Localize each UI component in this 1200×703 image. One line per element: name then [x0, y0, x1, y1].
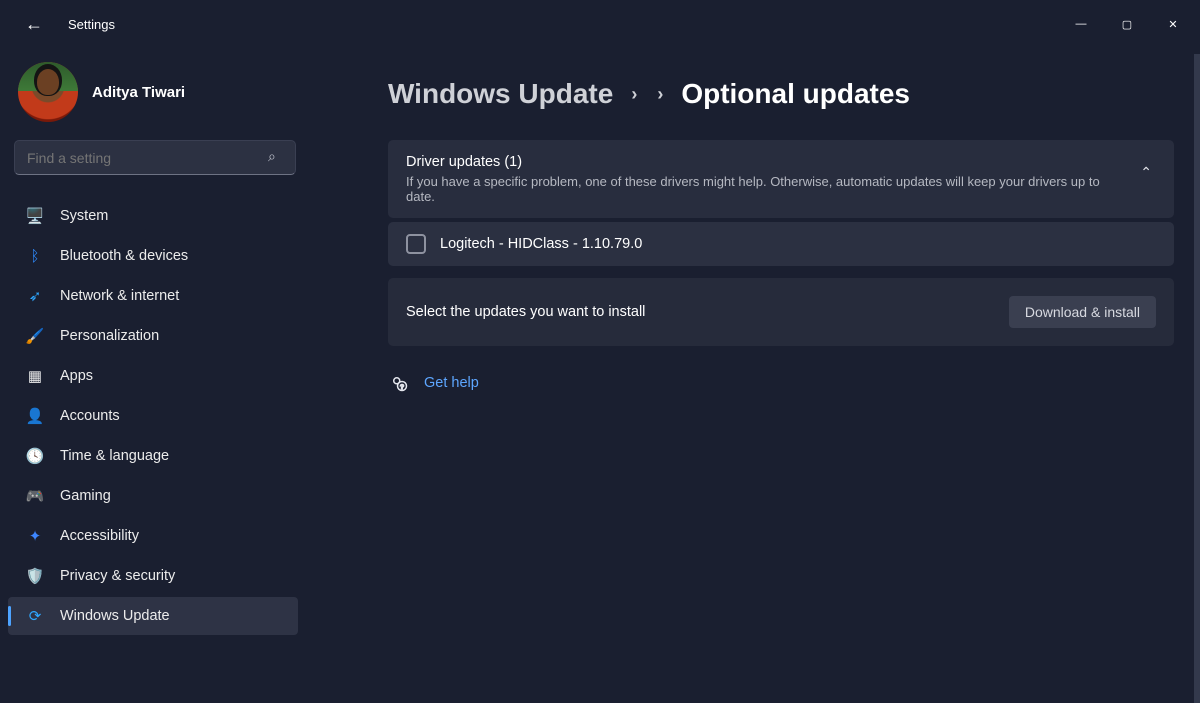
sidebar-item-label: Accounts	[60, 408, 120, 424]
driver-update-row[interactable]: Logitech - HIDClass - 1.10.79.0	[388, 222, 1174, 266]
sidebar-item-system[interactable]: 🖥️ System	[8, 197, 298, 235]
sidebar-item-network[interactable]: ➶ Network & internet	[8, 277, 298, 315]
download-install-button[interactable]: Download & install	[1009, 296, 1156, 328]
breadcrumb: Windows Update › › Optional updates	[388, 78, 1174, 110]
action-bar: Select the updates you want to install D…	[388, 278, 1174, 346]
sidebar-item-accessibility[interactable]: ✦ Accessibility	[8, 517, 298, 555]
chevron-right-icon: ›	[655, 84, 665, 105]
sidebar-item-label: Accessibility	[60, 528, 139, 544]
main-content: Windows Update › › Optional updates Driv…	[310, 48, 1200, 703]
minimize-icon: —	[1076, 18, 1087, 30]
sidebar-item-label: Apps	[60, 368, 93, 384]
maximize-icon: ▢	[1122, 18, 1132, 31]
action-text: Select the updates you want to install	[406, 304, 1009, 320]
breadcrumb-current: Optional updates	[681, 78, 910, 110]
sidebar-item-label: Network & internet	[60, 288, 179, 304]
sidebar-item-label: Privacy & security	[60, 568, 175, 584]
nav-list: 🖥️ System ᛒ Bluetooth & devices ➶ Network & i…	[0, 197, 310, 635]
driver-updates-subtitle: If you have a specific problem, one of t…	[406, 174, 1126, 204]
sidebar-item-personalize[interactable]: 🖌️ Personalization	[8, 317, 298, 355]
chevron-right-icon: ›	[629, 84, 639, 105]
titlebar: ← Settings — ▢ ✕	[0, 0, 1200, 48]
accounts-icon: 👤	[26, 407, 44, 425]
sidebar: Aditya Tiwari ⌕ 🖥️SystemᛒBluetooth & dev…	[0, 48, 310, 703]
help-row: ? Get help	[388, 374, 1174, 392]
driver-updates-card: Driver updates (1) If you have a specifi…	[388, 140, 1174, 218]
chevron-up-icon: ⌃	[1140, 154, 1156, 181]
sidebar-item-label: Bluetooth & devices	[60, 248, 188, 264]
time-icon: 🕓	[26, 447, 44, 465]
update-icon: ⟳	[26, 607, 44, 625]
user-block[interactable]: Aditya Tiwari	[0, 62, 310, 140]
gaming-icon: 🎮	[26, 487, 44, 505]
sidebar-item-apps[interactable]: ▦ Apps	[8, 357, 298, 395]
sidebar-item-privacy[interactable]: 🛡️ Privacy & security	[8, 557, 298, 595]
sidebar-item-time[interactable]: 🕓 Time & language	[8, 437, 298, 475]
personalize-icon: 🖌️	[26, 327, 44, 345]
sidebar-item-bluetooth[interactable]: ᛒ Bluetooth & devices	[8, 237, 298, 275]
avatar	[18, 62, 78, 122]
window-controls: — ▢ ✕	[1058, 3, 1200, 45]
network-icon: ➶	[26, 287, 44, 305]
privacy-icon: 🛡️	[26, 567, 44, 585]
search-input[interactable]	[14, 140, 296, 175]
apps-icon: ▦	[26, 367, 44, 385]
system-icon: 🖥️	[26, 207, 44, 225]
sidebar-item-gaming[interactable]: 🎮 Gaming	[8, 477, 298, 515]
driver-updates-header[interactable]: Driver updates (1) If you have a specifi…	[388, 140, 1174, 218]
scrollbar[interactable]	[1194, 54, 1200, 703]
get-help-link[interactable]: Get help	[424, 375, 479, 391]
sidebar-item-update[interactable]: ⟳ Windows Update	[8, 597, 298, 635]
sidebar-item-label: System	[60, 208, 108, 224]
bluetooth-icon: ᛒ	[26, 247, 44, 265]
sidebar-item-label: Windows Update	[60, 608, 170, 624]
back-button[interactable]: ←	[18, 8, 50, 40]
user-name: Aditya Tiwari	[92, 84, 185, 101]
sidebar-item-accounts[interactable]: 👤 Accounts	[8, 397, 298, 435]
arrow-left-icon: ←	[25, 14, 43, 35]
driver-label: Logitech - HIDClass - 1.10.79.0	[440, 236, 642, 252]
close-button[interactable]: ✕	[1150, 3, 1196, 45]
help-icon: ?	[390, 374, 408, 392]
svg-text:?: ?	[400, 384, 404, 391]
sidebar-item-label: Time & language	[60, 448, 169, 464]
minimize-button[interactable]: —	[1058, 3, 1104, 45]
driver-updates-title: Driver updates (1)	[406, 154, 1126, 170]
accessibility-icon: ✦	[26, 527, 44, 545]
sidebar-item-label: Personalization	[60, 328, 159, 344]
breadcrumb-parent[interactable]: Windows Update	[388, 78, 613, 110]
driver-checkbox[interactable]	[406, 234, 426, 254]
app-title: Settings	[68, 17, 115, 32]
close-icon: ✕	[1168, 18, 1177, 31]
sidebar-item-label: Gaming	[60, 488, 111, 504]
maximize-button[interactable]: ▢	[1104, 3, 1150, 45]
